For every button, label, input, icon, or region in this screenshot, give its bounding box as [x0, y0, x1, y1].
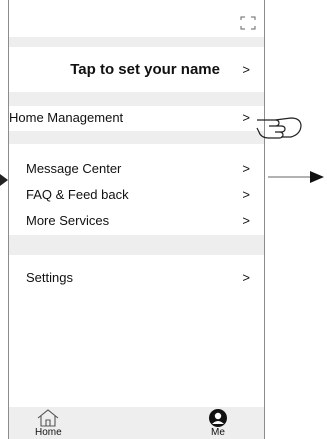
chevron-right-icon: >: [242, 110, 250, 125]
menu-item-message-center[interactable]: Message Center >: [9, 158, 264, 180]
menu-item-label: FAQ & Feed back: [26, 187, 129, 202]
avatar-icon: [209, 409, 227, 427]
outgoing-arrow-icon: [268, 171, 324, 183]
tab-home-label: Home: [35, 427, 62, 438]
screen: Tap to set your name > Home Management >…: [0, 0, 327, 439]
tab-home[interactable]: Home: [29, 407, 69, 439]
menu-item-label: Message Center: [26, 161, 122, 176]
home-icon: [37, 409, 59, 427]
top-bar: [9, 0, 264, 37]
section-divider: [9, 37, 264, 47]
menu-item-more-services[interactable]: More Services >: [9, 210, 264, 232]
menu-item-faq-feedback[interactable]: FAQ & Feed back >: [9, 184, 264, 206]
hand-pointer-icon: [256, 117, 302, 139]
tab-me[interactable]: Me: [199, 407, 239, 439]
chevron-right-icon: >: [242, 187, 250, 202]
menu-item-settings[interactable]: Settings >: [9, 267, 264, 289]
menu-item-label: Home Management: [9, 110, 124, 125]
phone-frame: Tap to set your name > Home Management >…: [8, 0, 265, 439]
profile-name-row[interactable]: Tap to set your name >: [9, 47, 264, 92]
incoming-arrow-icon: [0, 174, 8, 186]
chevron-right-icon: >: [242, 270, 250, 285]
menu-item-label: Settings: [26, 270, 73, 285]
section-divider: [9, 235, 264, 255]
section-divider: [9, 92, 264, 106]
chevron-right-icon: >: [242, 62, 250, 77]
settings-section: Settings >: [9, 255, 264, 407]
chevron-right-icon: >: [242, 213, 250, 228]
section-divider: [9, 131, 264, 144]
chevron-right-icon: >: [242, 161, 250, 176]
tab-me-label: Me: [211, 427, 225, 438]
scan-icon[interactable]: [240, 16, 256, 30]
menu-item-home-management[interactable]: Home Management >: [9, 106, 264, 131]
bottom-tab-bar: Home Me: [9, 407, 264, 439]
menu-item-label: More Services: [26, 213, 110, 228]
name-prompt: Tap to set your name: [70, 61, 220, 78]
